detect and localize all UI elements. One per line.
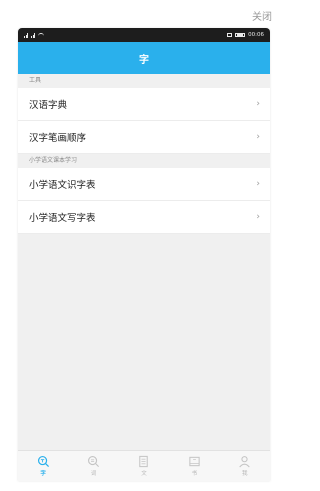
chevron-right-icon: › (256, 212, 260, 222)
list-item-label: 小学语文识字表 (29, 180, 96, 191)
section-header: 小学语文课本学习 (18, 154, 270, 168)
list-item-dictionary[interactable]: 汉语字典 › (18, 88, 270, 121)
status-bar: 00:06 (18, 28, 270, 42)
status-right: 00:06 (227, 32, 264, 38)
list-item-stroke-order[interactable]: 汉字笔画顺序 › (18, 121, 270, 154)
list-item-label: 小学语文写字表 (29, 213, 96, 224)
document-icon (139, 455, 149, 468)
battery-icon (235, 32, 246, 38)
vibrate-icon (227, 33, 233, 37)
status-indicators (24, 32, 45, 38)
page-title: 字 (139, 54, 149, 66)
chevron-right-icon: › (256, 99, 260, 109)
phone-frame: 00:06 字 工具 汉语字典 › 汉字笔画顺序 › 小学语文课本学习 小学语文… (18, 28, 270, 481)
tab-me[interactable]: 我 (238, 455, 251, 477)
tab-label: 词 (90, 471, 97, 477)
status-time: 00:06 (248, 32, 264, 38)
tab-book[interactable]: 书 (188, 455, 201, 477)
book-icon (189, 456, 200, 467)
signal-icon (24, 32, 29, 38)
app-header: 字 (18, 42, 270, 74)
wifi-icon (38, 32, 45, 38)
tab-document[interactable]: 文 (137, 455, 150, 477)
tab-word[interactable]: 词 (87, 455, 100, 477)
list-item-label: 汉字笔画顺序 (29, 133, 87, 144)
tab-label: 字 (40, 471, 46, 477)
search-word-icon (88, 456, 100, 468)
section-header: 工具 (18, 74, 270, 88)
user-icon (239, 456, 250, 468)
tab-label: 我 (241, 471, 248, 477)
bottom-tab-bar: 字 词 文 书 我 (18, 450, 270, 481)
list-item-label: 汉语字典 (29, 100, 68, 111)
search-char-icon (37, 455, 49, 468)
chevron-right-icon: › (256, 179, 260, 189)
list-item-recognition-chars[interactable]: 小学语文识字表 › (18, 168, 270, 201)
tab-label: 文 (141, 471, 147, 477)
section-tools: 工具 汉语字典 › 汉字笔画顺序 › (18, 74, 270, 154)
list-item-writing-chars[interactable]: 小学语文写字表 › (18, 201, 270, 234)
chevron-right-icon: › (256, 132, 260, 142)
tab-label: 书 (191, 471, 198, 477)
signal-icon-2 (31, 32, 36, 38)
section-textbook: 小学语文课本学习 小学语文识字表 › 小学语文写字表 › (18, 154, 270, 234)
close-link[interactable]: 关闭 (252, 8, 272, 23)
tab-character[interactable]: 字 (37, 455, 50, 477)
